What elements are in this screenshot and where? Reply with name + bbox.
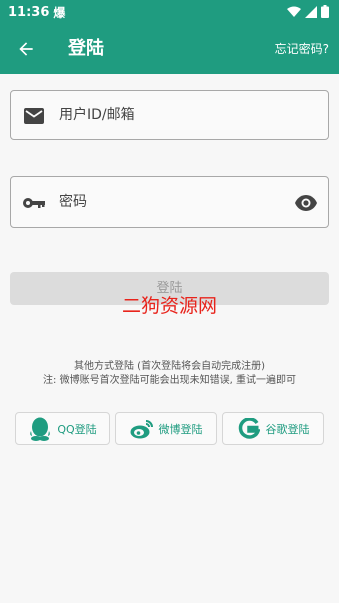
signal-icon: [305, 3, 317, 22]
qq-login-label: QQ登陆: [57, 422, 97, 436]
other-login-info: 其他方式登陆 (首次登陆将会自动完成注册) 注: 微博账号首次登陆可能会出现未知…: [0, 360, 339, 388]
status-bar: 11:36 爆: [0, 0, 339, 24]
status-left: 11:36 爆: [8, 4, 65, 21]
back-button[interactable]: [14, 37, 38, 61]
eye-icon: [295, 195, 317, 211]
watermark-text: 二狗资源网: [121, 295, 217, 317]
qq-login-button[interactable]: QQ登陆: [15, 412, 110, 445]
google-login-label: 谷歌登陆: [265, 422, 310, 436]
weibo-login-label: 微博登陆: [158, 422, 203, 436]
key-icon: [23, 192, 45, 214]
password-input[interactable]: [59, 177, 279, 227]
toggle-password-visibility[interactable]: [294, 191, 318, 215]
weibo-icon: [130, 417, 154, 441]
wifi-icon: [287, 3, 301, 22]
weibo-login-button[interactable]: 微博登陆: [115, 412, 217, 445]
info-line-1: 其他方式登陆 (首次登陆将会自动完成注册): [74, 361, 265, 372]
app-bar: 登陆 忘记密码?: [0, 24, 339, 74]
page-title: 登陆: [68, 38, 104, 59]
notification-icon: 爆: [53, 5, 66, 20]
battery-icon: [321, 3, 329, 22]
google-login-button[interactable]: 谷歌登陆: [222, 412, 324, 445]
qq-icon: [28, 417, 52, 441]
status-time: 11:36: [8, 4, 50, 20]
forgot-password-link[interactable]: 忘记密码?: [275, 24, 329, 74]
password-field[interactable]: [10, 176, 329, 228]
username-input[interactable]: [59, 91, 279, 139]
email-icon: [23, 105, 45, 127]
arrow-left-icon: [19, 42, 33, 56]
info-line-2: 注: 微博账号首次登陆可能会出现未知错误, 重试一遍即可: [43, 375, 296, 386]
google-icon: [237, 417, 261, 441]
status-right: [287, 3, 329, 22]
username-field[interactable]: [10, 90, 329, 140]
